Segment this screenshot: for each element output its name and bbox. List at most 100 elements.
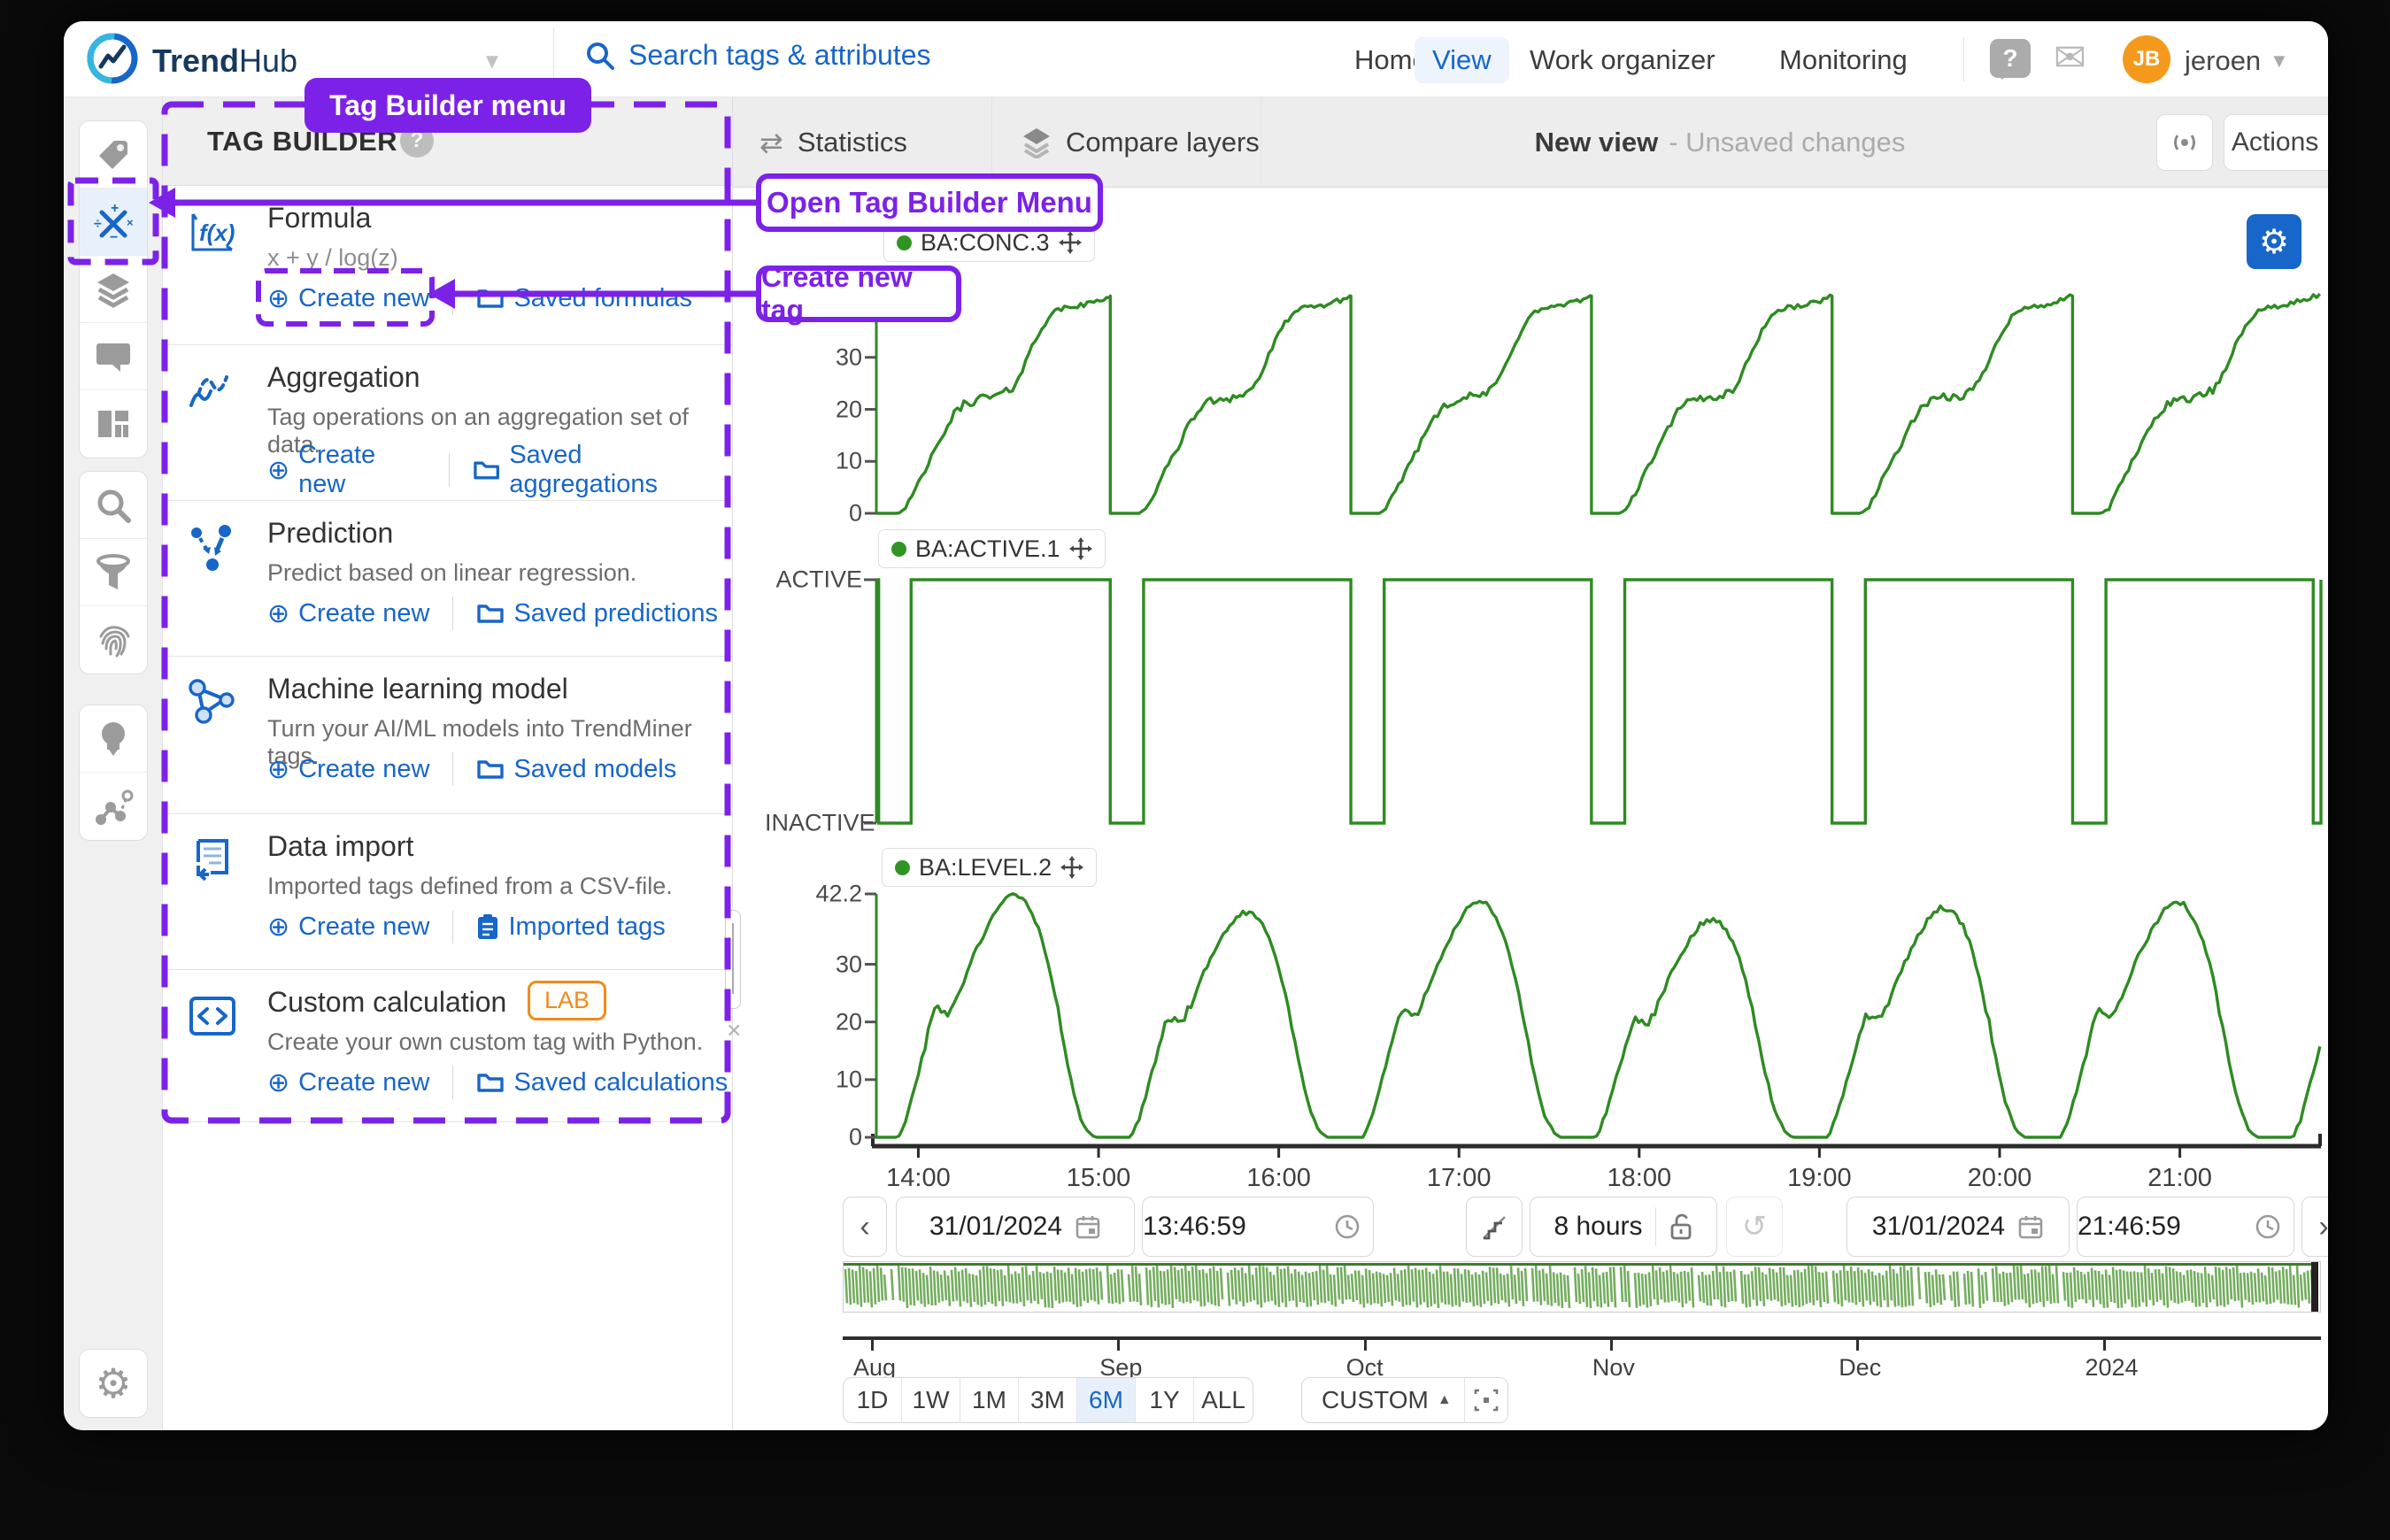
create-new-model-link[interactable]: ⊕ Create new [267, 754, 429, 785]
view-title: New view [1535, 127, 1659, 158]
nav-monitoring[interactable]: Monitoring [1762, 37, 1925, 83]
tag-icon [95, 136, 132, 173]
sidebar-item-context[interactable] [80, 773, 147, 840]
start-date-field[interactable]: 31/01/2024 [896, 1197, 1135, 1257]
move-icon[interactable] [1060, 856, 1083, 879]
nav-work-organizer[interactable]: Work organizer [1512, 37, 1733, 83]
y-tick-label: ACTIVE [765, 566, 862, 594]
range-button-1y[interactable]: 1Y [1136, 1378, 1194, 1422]
saved-predictions-link[interactable]: Saved predictions [476, 599, 718, 628]
brand-title: TrendHub [152, 42, 297, 80]
chevron-up-icon: ▲ [1438, 1392, 1464, 1408]
sidebar-item-comments[interactable] [80, 323, 147, 390]
sidebar-item-settings[interactable]: ⚙ [80, 1350, 147, 1417]
sidebar-item-fingerprint[interactable] [80, 606, 147, 674]
y-tick-label: 0 [765, 1124, 862, 1151]
sidebar-item-layers[interactable] [80, 256, 147, 323]
context-month-label: 2024 [2085, 1354, 2139, 1382]
pan-right-button[interactable]: › [2301, 1197, 2328, 1257]
context-tick [2103, 1340, 2106, 1351]
saved-formulas-link[interactable]: Saved formulas [476, 284, 692, 313]
mail-icon[interactable]: ✉ [2054, 35, 2086, 81]
end-date-field[interactable]: 31/01/2024 [1846, 1197, 2070, 1257]
folder-icon [476, 601, 505, 626]
context-tick [1117, 1340, 1120, 1351]
context-overview-strip[interactable] [843, 1261, 2321, 1313]
move-icon[interactable] [1059, 231, 1082, 254]
search-input[interactable]: Search tags & attributes [584, 39, 931, 72]
history-button[interactable]: ↺ [1726, 1197, 1783, 1257]
range-button-1w[interactable]: 1W [902, 1378, 960, 1422]
data-import-icon [186, 834, 239, 887]
imported-tags-link[interactable]: Imported tags [476, 912, 665, 942]
brand-chevron-down-icon[interactable]: ▼ [482, 50, 503, 74]
sidebar-item-search[interactable] [80, 472, 147, 539]
custom-range-button[interactable]: CUSTOM ▲ [1301, 1377, 1508, 1423]
fx-icon: f(x) [186, 205, 239, 258]
sidebar-item-dashboard[interactable] [80, 390, 147, 458]
ml-model-icon [186, 676, 239, 729]
tag-builder-math-icon: ÷ + × − [93, 202, 134, 243]
live-mode-button[interactable] [2156, 114, 2213, 171]
series-color-dot [895, 860, 910, 875]
move-icon[interactable] [1069, 537, 1092, 560]
range-button-1d[interactable]: 1D [844, 1378, 902, 1422]
svg-text:×: × [127, 216, 134, 229]
duration-field[interactable]: 8 hours [1530, 1197, 1717, 1257]
svg-text:÷: ÷ [94, 217, 102, 232]
nav-view[interactable]: View [1415, 37, 1509, 83]
sidebar-item-recommendations[interactable] [80, 705, 147, 773]
series-color-dot [897, 235, 912, 250]
create-new-aggregation-link[interactable]: ⊕ Create new [267, 441, 426, 499]
create-new-import-link[interactable]: ⊕ Create new [267, 912, 429, 943]
x-tick-label: 19:00 [1787, 1164, 1852, 1193]
range-button-1m[interactable]: 1M [960, 1378, 1019, 1422]
help-icon[interactable]: ? [1990, 39, 2031, 78]
section-title: Custom calculation [267, 986, 506, 1019]
sidebar-item-tag-builder[interactable]: ÷ + × − [80, 189, 147, 256]
tag-chip-active[interactable]: BA:ACTIVE.1 [878, 529, 1106, 568]
svg-text:f(x): f(x) [199, 219, 235, 246]
start-time-field[interactable]: 13:46:59 [1142, 1197, 1374, 1257]
panel-resize-handle[interactable] [725, 910, 741, 1009]
user-menu[interactable]: jeroen [2185, 45, 2261, 77]
plus-circle-icon: ⊕ [267, 754, 289, 785]
y-tick-label: 20 [765, 396, 862, 423]
user-chevron-down-icon[interactable]: ▼ [2270, 50, 2289, 73]
history-icon: ↺ [1742, 1209, 1768, 1244]
sidebar-item-tags[interactable] [80, 121, 147, 189]
pan-left-button[interactable]: ‹ [843, 1197, 887, 1257]
broadcast-icon [2169, 129, 2201, 156]
saved-models-link[interactable]: Saved models [476, 755, 676, 784]
chart-region: BA:CONC.3 BA:ACTIVE.1 BA:LEVEL.2 [733, 188, 2328, 1430]
section-desc: Predict based on linear regression. [267, 559, 636, 587]
saved-calculations-link[interactable]: Saved calculations [476, 1068, 728, 1097]
end-time-field[interactable]: 21:46:59 [2077, 1197, 2294, 1257]
panel-collapse-icon[interactable]: ✕ [726, 1020, 742, 1043]
plus-circle-icon: ⊕ [267, 912, 289, 943]
y-tick-label: 10 [765, 448, 862, 475]
actions-button[interactable]: Actions ▼ [2224, 114, 2328, 171]
create-new-calculation-link[interactable]: ⊕ Create new [267, 1067, 429, 1098]
fit-range-icon[interactable] [1465, 1385, 1507, 1415]
chart-settings-button[interactable]: ⚙ [2247, 214, 2301, 269]
plus-circle-icon: ⊕ [267, 455, 289, 486]
folder-icon [476, 1070, 505, 1095]
plus-circle-icon: ⊕ [267, 598, 289, 629]
fingerprint-icon [94, 620, 133, 659]
avatar[interactable]: JB [2123, 35, 2170, 83]
create-new-prediction-link[interactable]: ⊕ Create new [267, 598, 429, 629]
x-tick-label: 15:00 [1067, 1164, 1131, 1193]
section-prediction: Prediction Predict based on linear regre… [163, 501, 732, 657]
tag-chip-level[interactable]: BA:LEVEL.2 [882, 848, 1097, 887]
annotation-callout-create: Create new tag [756, 266, 961, 322]
chart-type-button[interactable] [1466, 1197, 1523, 1257]
range-button-all[interactable]: ALL [1194, 1378, 1253, 1422]
saved-aggregations-link[interactable]: Saved aggregations [473, 441, 732, 499]
sidebar-item-filter[interactable] [80, 539, 147, 606]
create-new-formula-link[interactable]: ⊕ Create new [267, 283, 429, 314]
range-button-3m[interactable]: 3M [1019, 1378, 1077, 1422]
section-desc: Create your own custom tag with Python. [267, 1028, 703, 1056]
gear-icon: ⚙ [95, 1359, 131, 1407]
range-button-6m[interactable]: 6M [1077, 1378, 1136, 1422]
